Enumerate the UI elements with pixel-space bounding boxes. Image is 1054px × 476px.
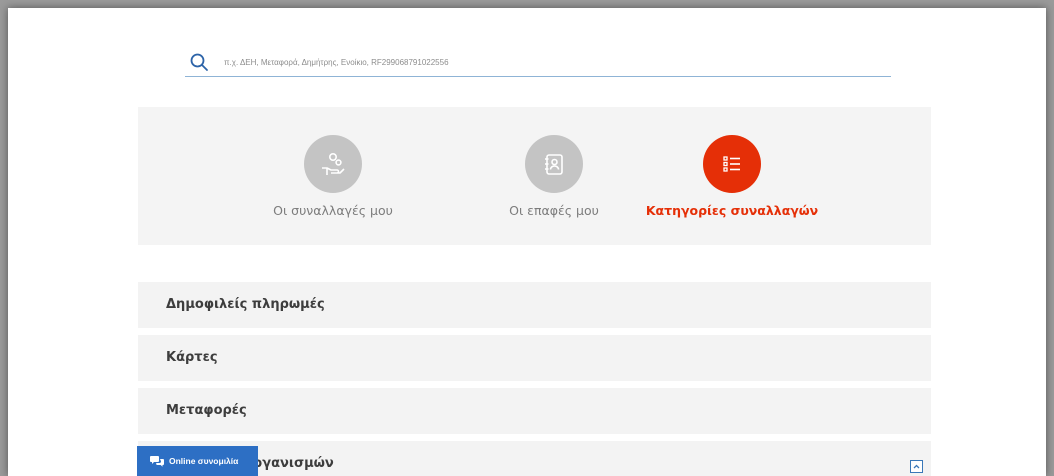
chevron-up-icon bbox=[913, 464, 920, 469]
category-label: Δημοφιλείς πληρωμές bbox=[166, 297, 325, 312]
chat-label: Online συνομιλία bbox=[169, 456, 239, 466]
tabs-bar: Οι συναλλαγές μου Οι επαφές μου Κατηγορί… bbox=[138, 107, 931, 245]
chat-bubbles-icon bbox=[150, 456, 164, 467]
search-bar bbox=[185, 48, 891, 77]
tab-label: Κατηγορίες συναλλαγών bbox=[645, 203, 819, 218]
list-icon bbox=[723, 156, 740, 172]
tab-my-transactions[interactable]: Οι συναλλαγές μου bbox=[223, 107, 443, 245]
tab-label: Οι συναλλαγές μου bbox=[273, 203, 393, 218]
tab-icon-circle bbox=[525, 135, 583, 193]
category-label: Κάρτες bbox=[166, 350, 218, 365]
search-input[interactable] bbox=[224, 57, 891, 67]
expand-toggle[interactable] bbox=[910, 460, 923, 473]
tab-icon-circle bbox=[703, 135, 761, 193]
payments-panel: Οι συναλλαγές μου Οι επαφές μου bbox=[8, 8, 1046, 476]
online-chat-button[interactable]: Online συνομιλία bbox=[137, 446, 258, 476]
category-transfers[interactable]: Μεταφορές bbox=[138, 388, 931, 434]
search-icon[interactable] bbox=[189, 52, 209, 72]
category-cards[interactable]: Κάρτες bbox=[138, 335, 931, 381]
category-label: Μεταφορές bbox=[166, 403, 247, 418]
contacts-book-icon bbox=[545, 154, 563, 175]
tab-transaction-categories[interactable]: Κατηγορίες συναλλαγών bbox=[622, 107, 842, 245]
hand-coins-icon bbox=[322, 153, 345, 175]
category-popular-payments[interactable]: Δημοφιλείς πληρωμές bbox=[138, 282, 931, 328]
tab-icon-circle bbox=[304, 135, 362, 193]
